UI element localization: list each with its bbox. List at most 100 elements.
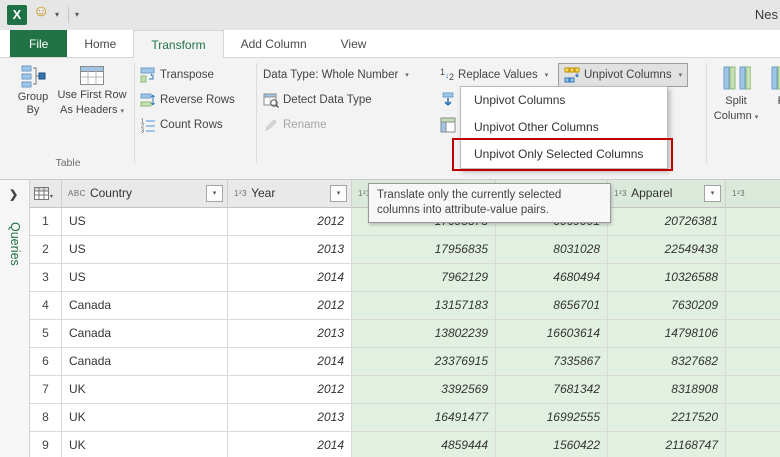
- count-rows-button[interactable]: 1 2 3 Count Rows: [140, 113, 223, 136]
- cell-country[interactable]: US: [62, 208, 228, 236]
- cell-value[interactable]: 10326588: [608, 264, 726, 292]
- cell-country[interactable]: Canada: [62, 292, 228, 320]
- filter-button[interactable]: ▾: [704, 185, 721, 202]
- filter-button[interactable]: ▾: [206, 185, 223, 202]
- cell-country[interactable]: UK: [62, 376, 228, 404]
- tab-add-column[interactable]: Add Column: [224, 30, 324, 57]
- reverse-rows-button[interactable]: Reverse Rows: [140, 88, 235, 111]
- cell-year[interactable]: 2014: [228, 432, 352, 457]
- row-number-cell[interactable]: 7: [30, 376, 62, 404]
- cell-value[interactable]: 20726381: [608, 208, 726, 236]
- cell-value[interactable]: 7630209: [608, 292, 726, 320]
- column-header-country[interactable]: ABC Country ▾: [62, 180, 228, 208]
- filter-button[interactable]: ▾: [330, 185, 347, 202]
- cell-year[interactable]: 2014: [228, 264, 352, 292]
- cell-country[interactable]: US: [62, 236, 228, 264]
- cell-empty[interactable]: [726, 432, 780, 457]
- row-number-cell[interactable]: 2: [30, 236, 62, 264]
- smiley-feedback-icon[interactable]: ☺: [33, 3, 49, 21]
- cell-value[interactable]: 8327682: [608, 348, 726, 376]
- cell-country[interactable]: Canada: [62, 348, 228, 376]
- cell-empty[interactable]: [726, 404, 780, 432]
- column-header-year[interactable]: 1²3 Year ▾: [228, 180, 352, 208]
- count-rows-icon: 1 2 3: [141, 118, 155, 133]
- cell-value[interactable]: 7335867: [496, 348, 608, 376]
- row-number-cell[interactable]: 9: [30, 432, 62, 457]
- transpose-button[interactable]: Transpose: [140, 63, 214, 86]
- cell-year[interactable]: 2013: [228, 404, 352, 432]
- cell-value[interactable]: 3392569: [352, 376, 496, 404]
- cell-value[interactable]: 13802239: [352, 320, 496, 348]
- cell-value[interactable]: 17956835: [352, 236, 496, 264]
- tab-transform[interactable]: Transform: [133, 30, 224, 58]
- grid-corner-cell[interactable]: ▾: [30, 180, 62, 208]
- row-number-cell[interactable]: 4: [30, 292, 62, 320]
- cell-empty[interactable]: [726, 376, 780, 404]
- cell-value[interactable]: 22549438: [608, 236, 726, 264]
- cell-value[interactable]: 21168747: [608, 432, 726, 457]
- cell-empty[interactable]: [726, 348, 780, 376]
- cell-value[interactable]: 8031028: [496, 236, 608, 264]
- expand-pane-icon[interactable]: ❯: [9, 188, 18, 201]
- cell-year[interactable]: 2012: [228, 292, 352, 320]
- column-header-partial[interactable]: 1²3: [726, 180, 780, 208]
- tab-file[interactable]: File: [10, 30, 68, 57]
- cell-country[interactable]: UK: [62, 404, 228, 432]
- cell-country[interactable]: US: [62, 264, 228, 292]
- menu-item-unpivot-only-selected-columns[interactable]: Unpivot Only Selected Columns: [461, 141, 667, 168]
- cell-year[interactable]: 2012: [228, 376, 352, 404]
- row-number-cell[interactable]: 3: [30, 264, 62, 292]
- replace-values-button[interactable]: 1↓2 Replace Values ▾: [440, 63, 548, 86]
- cell-year[interactable]: 2013: [228, 236, 352, 264]
- divider: [256, 63, 257, 163]
- cell-value[interactable]: 16992555: [496, 404, 608, 432]
- cell-country[interactable]: Canada: [62, 320, 228, 348]
- cell-year[interactable]: 2014: [228, 348, 352, 376]
- data-type-button[interactable]: Data Type: Whole Number ▾: [263, 63, 409, 86]
- cell-empty[interactable]: [726, 264, 780, 292]
- chevron-down-icon[interactable]: ▾: [55, 10, 59, 19]
- split-column-label-line2: Column: [713, 110, 752, 122]
- menu-item-unpivot-columns[interactable]: Unpivot Columns: [461, 87, 667, 114]
- pivot-column-button[interactable]: [440, 113, 456, 136]
- row-number-cell[interactable]: 1: [30, 208, 62, 236]
- split-column-button[interactable]: Split Column ▾: [712, 63, 760, 124]
- cell-empty[interactable]: [726, 208, 780, 236]
- unpivot-columns-button[interactable]: Unpivot Columns ▾: [558, 63, 689, 87]
- menu-item-unpivot-other-columns[interactable]: Unpivot Other Columns: [461, 114, 667, 141]
- row-number-cell[interactable]: 5: [30, 320, 62, 348]
- cell-value[interactable]: 16603614: [496, 320, 608, 348]
- excel-app-icon[interactable]: X: [7, 5, 27, 25]
- cell-value[interactable]: 14798106: [608, 320, 726, 348]
- cell-value[interactable]: 4680494: [496, 264, 608, 292]
- tab-view[interactable]: View: [324, 30, 384, 57]
- cell-value[interactable]: 23376915: [352, 348, 496, 376]
- group-by-button[interactable]: Group By: [12, 63, 54, 117]
- cell-value[interactable]: 13157183: [352, 292, 496, 320]
- cell-value[interactable]: 16491477: [352, 404, 496, 432]
- row-number-cell[interactable]: 6: [30, 348, 62, 376]
- cell-empty[interactable]: [726, 292, 780, 320]
- format-button[interactable]: Fo: [764, 63, 780, 108]
- cell-value[interactable]: 2217520: [608, 404, 726, 432]
- cell-country[interactable]: UK: [62, 432, 228, 457]
- tab-home[interactable]: Home: [67, 30, 133, 57]
- column-header-apparel[interactable]: 1²3 Apparel ▾: [608, 180, 726, 208]
- grid-rows: 1US2012176935756069001207263812US2013179…: [30, 208, 780, 457]
- fill-button[interactable]: [440, 88, 456, 111]
- cell-value[interactable]: 7962129: [352, 264, 496, 292]
- cell-value[interactable]: 1560422: [496, 432, 608, 457]
- queries-pane-label[interactable]: Queries: [8, 222, 22, 266]
- use-first-row-button[interactable]: Use First Row As Headers ▾: [56, 63, 128, 118]
- cell-year[interactable]: 2013: [228, 320, 352, 348]
- cell-empty[interactable]: [726, 236, 780, 264]
- cell-value[interactable]: 8318908: [608, 376, 726, 404]
- row-number-cell[interactable]: 8: [30, 404, 62, 432]
- cell-value[interactable]: 8656701: [496, 292, 608, 320]
- cell-value[interactable]: 7681342: [496, 376, 608, 404]
- detect-data-type-button[interactable]: Detect Data Type: [263, 88, 372, 111]
- cell-year[interactable]: 2012: [228, 208, 352, 236]
- quick-access-toolbar-caret-icon[interactable]: ▾: [75, 10, 79, 19]
- cell-empty[interactable]: [726, 320, 780, 348]
- cell-value[interactable]: 4859444: [352, 432, 496, 457]
